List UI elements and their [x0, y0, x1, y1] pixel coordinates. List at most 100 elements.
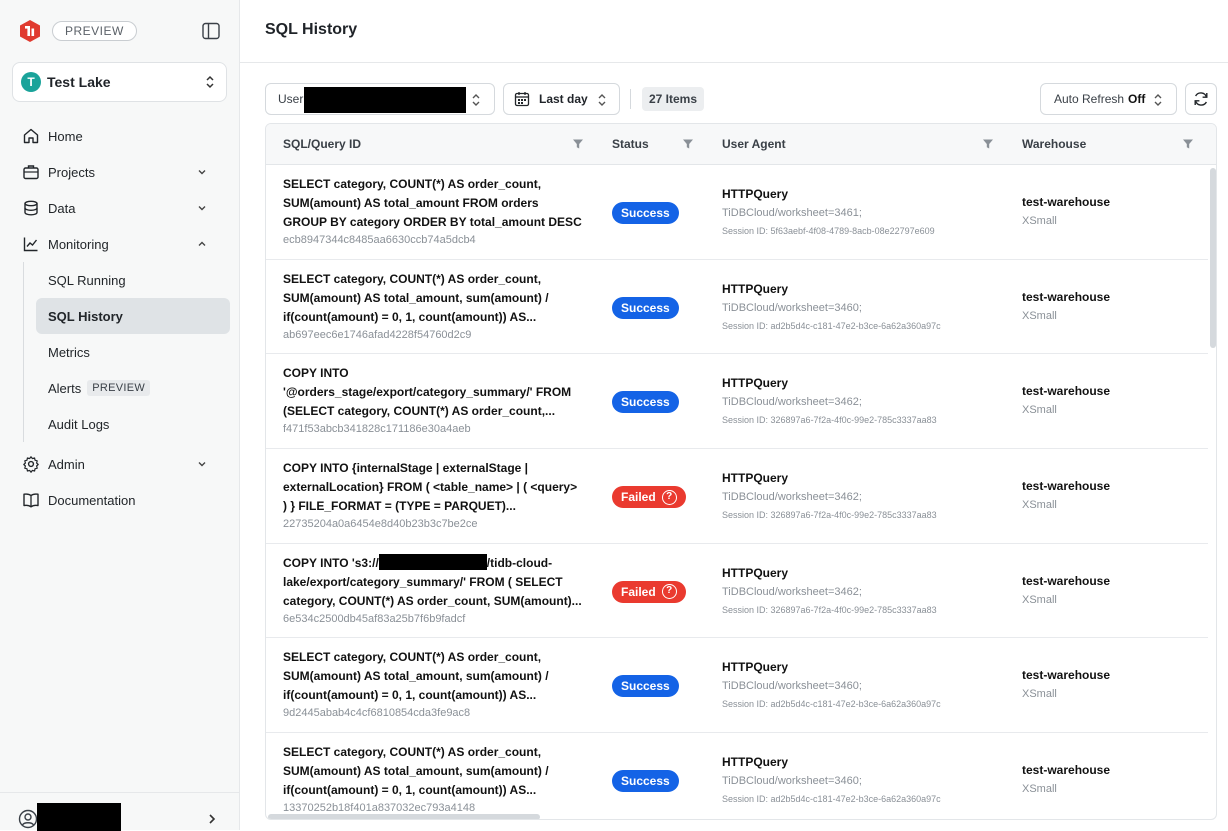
alerts-preview-badge: PREVIEW — [87, 380, 151, 396]
query-id[interactable]: 9d2445abab4c4cf6810854cda3fe9ac8 — [283, 707, 470, 719]
chevron-up-down-icon — [598, 94, 606, 106]
query-text[interactable]: SELECT category, COUNT(*) AS order_count… — [283, 743, 583, 800]
user-filter-label: User — [278, 92, 304, 106]
warehouse-name: test-warehouse — [1022, 195, 1111, 209]
filter-icon[interactable] — [1182, 138, 1194, 150]
status-label: Success — [621, 395, 670, 410]
session-id: Session ID: 326897a6-7f2a-4f0c-99e2-785c… — [722, 604, 937, 615]
chevron-down-icon — [198, 462, 206, 467]
table-row[interactable]: SELECT category, COUNT(*) AS order_count… — [266, 638, 1208, 734]
query-id[interactable]: 6e534c2500db45af83a25b7f6b9fadcf — [283, 613, 465, 625]
column-header-status[interactable]: Status — [612, 124, 702, 165]
sidebar-toggle-icon[interactable] — [201, 21, 221, 41]
table-row[interactable]: SELECT category, COUNT(*) AS order_count… — [266, 260, 1208, 355]
sidebar-footer[interactable] — [0, 792, 240, 831]
query-text[interactable]: COPY INTO '@orders_stage/export/category… — [283, 364, 583, 421]
refresh-button[interactable] — [1185, 83, 1217, 115]
table-row[interactable]: SELECT category, COUNT(*) AS order_count… — [266, 733, 1208, 819]
nav-item-sql-running[interactable]: SQL Running — [36, 262, 230, 298]
user-agent-worksheet: TiDBCloud/worksheet=3462; — [722, 585, 862, 598]
status-label: Failed — [621, 490, 656, 505]
sidebar-nav: Home Projects Data Monitoring SQL Runnin… — [12, 118, 230, 518]
nav-item-monitoring[interactable]: Monitoring — [12, 226, 230, 262]
column-label-status: Status — [612, 137, 649, 151]
auto-refresh-select[interactable]: Auto Refresh Off — [1040, 83, 1177, 115]
nav-item-projects[interactable]: Projects — [12, 154, 230, 190]
nav-item-sql-history[interactable]: SQL History — [36, 298, 230, 334]
session-id: Session ID: ad2b5d4c-c181-47e2-b3ce-6a62… — [722, 794, 941, 805]
date-range-value: Last day — [539, 92, 588, 106]
nav-item-data[interactable]: Data — [12, 190, 230, 226]
query-id[interactable]: 13370252b18f401a837032ec793a4148 — [283, 802, 475, 814]
query-text[interactable]: SELECT category, COUNT(*) AS order_count… — [283, 175, 583, 232]
query-id[interactable]: f471f53abcb341828c171186e30a4aeb — [283, 423, 471, 435]
chevron-up-icon — [198, 241, 206, 246]
query-id[interactable]: ab697eec6e1746afad4228f54760d2c9 — [283, 329, 471, 341]
nav-item-home[interactable]: Home — [12, 118, 230, 154]
user-agent-worksheet: TiDBCloud/worksheet=3462; — [722, 396, 862, 409]
sidebar: PREVIEW T Test Lake Home Projects Data M… — [0, 0, 240, 831]
user-agent-worksheet: TiDBCloud/worksheet=3460; — [722, 775, 862, 788]
status-badge: Success — [612, 391, 679, 414]
user-filter-select[interactable]: User — [265, 83, 495, 115]
nav-item-alerts[interactable]: Alerts PREVIEW — [36, 370, 230, 406]
database-icon — [22, 199, 40, 217]
warehouse-size: XSmall — [1022, 404, 1057, 417]
filter-icon[interactable] — [982, 138, 994, 150]
user-icon — [18, 809, 38, 829]
table-row[interactable]: COPY INTO 's3:///tidb-cloud-lake/export/… — [266, 544, 1208, 639]
status-badge: Success — [612, 296, 679, 319]
filter-icon[interactable] — [572, 138, 584, 150]
status-badge: Success — [612, 202, 679, 224]
question-icon[interactable]: ? — [661, 584, 677, 600]
warehouse-name: test-warehouse — [1022, 668, 1111, 683]
status-badge[interactable]: Failed? — [612, 486, 686, 509]
chevron-down-icon — [198, 206, 206, 211]
status-badge[interactable]: Failed? — [612, 580, 686, 603]
chevron-up-down-icon — [472, 94, 480, 106]
table-row[interactable]: COPY INTO '@orders_stage/export/category… — [266, 354, 1208, 450]
home-icon — [22, 127, 40, 145]
filter-icon[interactable] — [682, 138, 694, 150]
redacted-user-value — [304, 87, 466, 113]
user-agent-worksheet: TiDBCloud/worksheet=3461; — [722, 207, 862, 219]
query-id[interactable]: 22735204a0a6454e8d40b23b3c7be2ce — [283, 518, 478, 530]
nav-item-documentation[interactable]: Documentation — [12, 482, 230, 518]
question-icon[interactable]: ? — [661, 489, 677, 505]
nav-item-audit-logs[interactable]: Audit Logs — [36, 406, 230, 442]
column-header-warehouse[interactable]: Warehouse — [1022, 124, 1202, 165]
column-header-query[interactable]: SQL/Query ID — [283, 124, 593, 165]
header-divider — [240, 62, 1228, 63]
table-row[interactable]: COPY INTO {internalStage | externalStage… — [266, 449, 1208, 544]
column-label-warehouse: Warehouse — [1022, 137, 1087, 151]
column-header-user-agent[interactable]: User Agent — [722, 124, 1002, 165]
nav-label-audit-logs: Audit Logs — [48, 416, 110, 432]
query-text[interactable]: SELECT category, COUNT(*) AS order_count… — [283, 270, 583, 327]
page-title: SQL History — [265, 21, 358, 38]
status-label: Success — [621, 206, 670, 220]
query-text[interactable]: SELECT category, COUNT(*) AS order_count… — [283, 648, 583, 705]
user-agent-name: HTTPQuery — [722, 187, 789, 201]
nav-item-metrics[interactable]: Metrics — [36, 334, 230, 370]
nav-label-sql-history: SQL History — [48, 308, 123, 324]
horizontal-scrollbar[interactable] — [268, 814, 540, 819]
table-row[interactable]: SELECT category, COUNT(*) AS order_count… — [266, 165, 1208, 260]
tidb-logo-icon[interactable] — [18, 19, 42, 43]
lake-avatar: T — [21, 72, 41, 92]
vertical-scrollbar[interactable] — [1210, 168, 1216, 348]
calendar-icon — [514, 92, 530, 107]
user-agent-worksheet: TiDBCloud/worksheet=3460; — [722, 301, 862, 314]
status-badge: Success — [612, 770, 679, 793]
refresh-icon — [1194, 92, 1208, 106]
lake-selector[interactable]: T Test Lake — [12, 62, 227, 102]
chevron-up-down-icon — [206, 75, 214, 89]
query-text[interactable]: COPY INTO {internalStage | externalStage… — [283, 459, 583, 516]
query-text[interactable]: COPY INTO 's3:///tidb-cloud-lake/export/… — [283, 553, 583, 611]
query-id[interactable]: ecb8947344c8485aa6630ccb74a5dcb4 — [283, 234, 476, 246]
nav-label-home: Home — [48, 128, 83, 144]
date-range-select[interactable]: Last day — [503, 83, 620, 115]
status-badge: Success — [612, 675, 679, 698]
nav-label-documentation: Documentation — [48, 492, 136, 508]
chevron-right-icon[interactable] — [206, 813, 218, 825]
nav-item-admin[interactable]: Admin — [12, 446, 230, 482]
